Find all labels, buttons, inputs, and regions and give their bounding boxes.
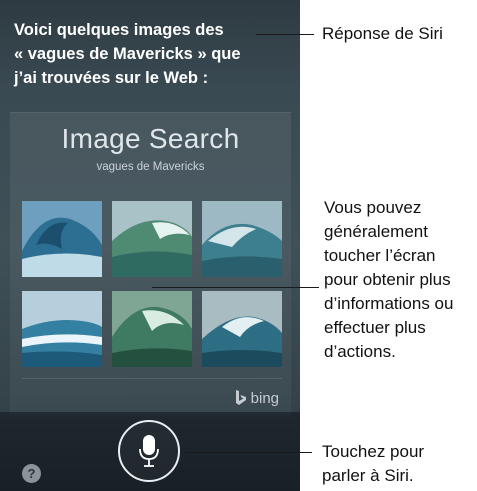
callout-touch-line-7: d’actions. bbox=[324, 342, 396, 361]
microphone-icon bbox=[139, 435, 159, 467]
callout-line-siri-response bbox=[256, 34, 314, 35]
bing-attribution[interactable]: bing bbox=[235, 389, 279, 407]
microphone-button[interactable] bbox=[118, 420, 180, 482]
callout-touch-screen: Vous pouvez généralement toucher l’écran… bbox=[324, 196, 453, 364]
callout-line-talk bbox=[186, 452, 312, 453]
image-grid bbox=[22, 201, 282, 371]
callout-touch-line-3: toucher l’écran bbox=[324, 246, 436, 265]
image-search-card[interactable]: Image Search vagues de Mavericks bing bbox=[10, 112, 291, 415]
wave-image-1[interactable] bbox=[22, 201, 102, 277]
callout-talk-line-2: parler à Siri. bbox=[322, 466, 414, 485]
siri-response-line-3: j’ai trouvées sur le Web : bbox=[14, 69, 209, 87]
help-button[interactable]: ? bbox=[22, 464, 41, 483]
siri-response-line-1: Voici quelques images des bbox=[14, 21, 224, 39]
bing-label: bing bbox=[250, 389, 279, 407]
callout-touch-line-6: effectuer plus bbox=[324, 318, 426, 337]
callout-touch-line-1: Vous pouvez bbox=[324, 198, 422, 217]
callout-touch-line-2: généralement bbox=[324, 222, 428, 241]
bing-logo-icon bbox=[235, 390, 246, 405]
wave-image-5[interactable] bbox=[112, 291, 192, 367]
card-subtitle: vagues de Mavericks bbox=[96, 161, 205, 173]
wave-image-2[interactable] bbox=[112, 201, 192, 277]
callout-touch-line-4: pour obtenir plus bbox=[324, 270, 451, 289]
callout-talk-line-1: Touchez pour bbox=[322, 442, 425, 461]
card-title: Image Search bbox=[61, 123, 240, 154]
siri-screen: Voici quelques images des « vagues de Ma… bbox=[0, 0, 300, 491]
wave-image-3[interactable] bbox=[202, 201, 282, 277]
siri-response-line-2: « vagues de Mavericks » que bbox=[14, 45, 241, 63]
callout-siri-response: Réponse de Siri bbox=[322, 24, 443, 43]
wave-image-6[interactable] bbox=[202, 291, 282, 367]
callout-line-touch-screen bbox=[152, 287, 319, 288]
siri-response-text: Voici quelques images des « vagues de Ma… bbox=[14, 18, 276, 90]
wave-image-4[interactable] bbox=[22, 291, 102, 367]
callout-touch-line-5: d’informations ou bbox=[324, 294, 454, 313]
callout-talk: Touchez pour parler à Siri. bbox=[322, 440, 424, 488]
card-divider bbox=[22, 378, 282, 379]
